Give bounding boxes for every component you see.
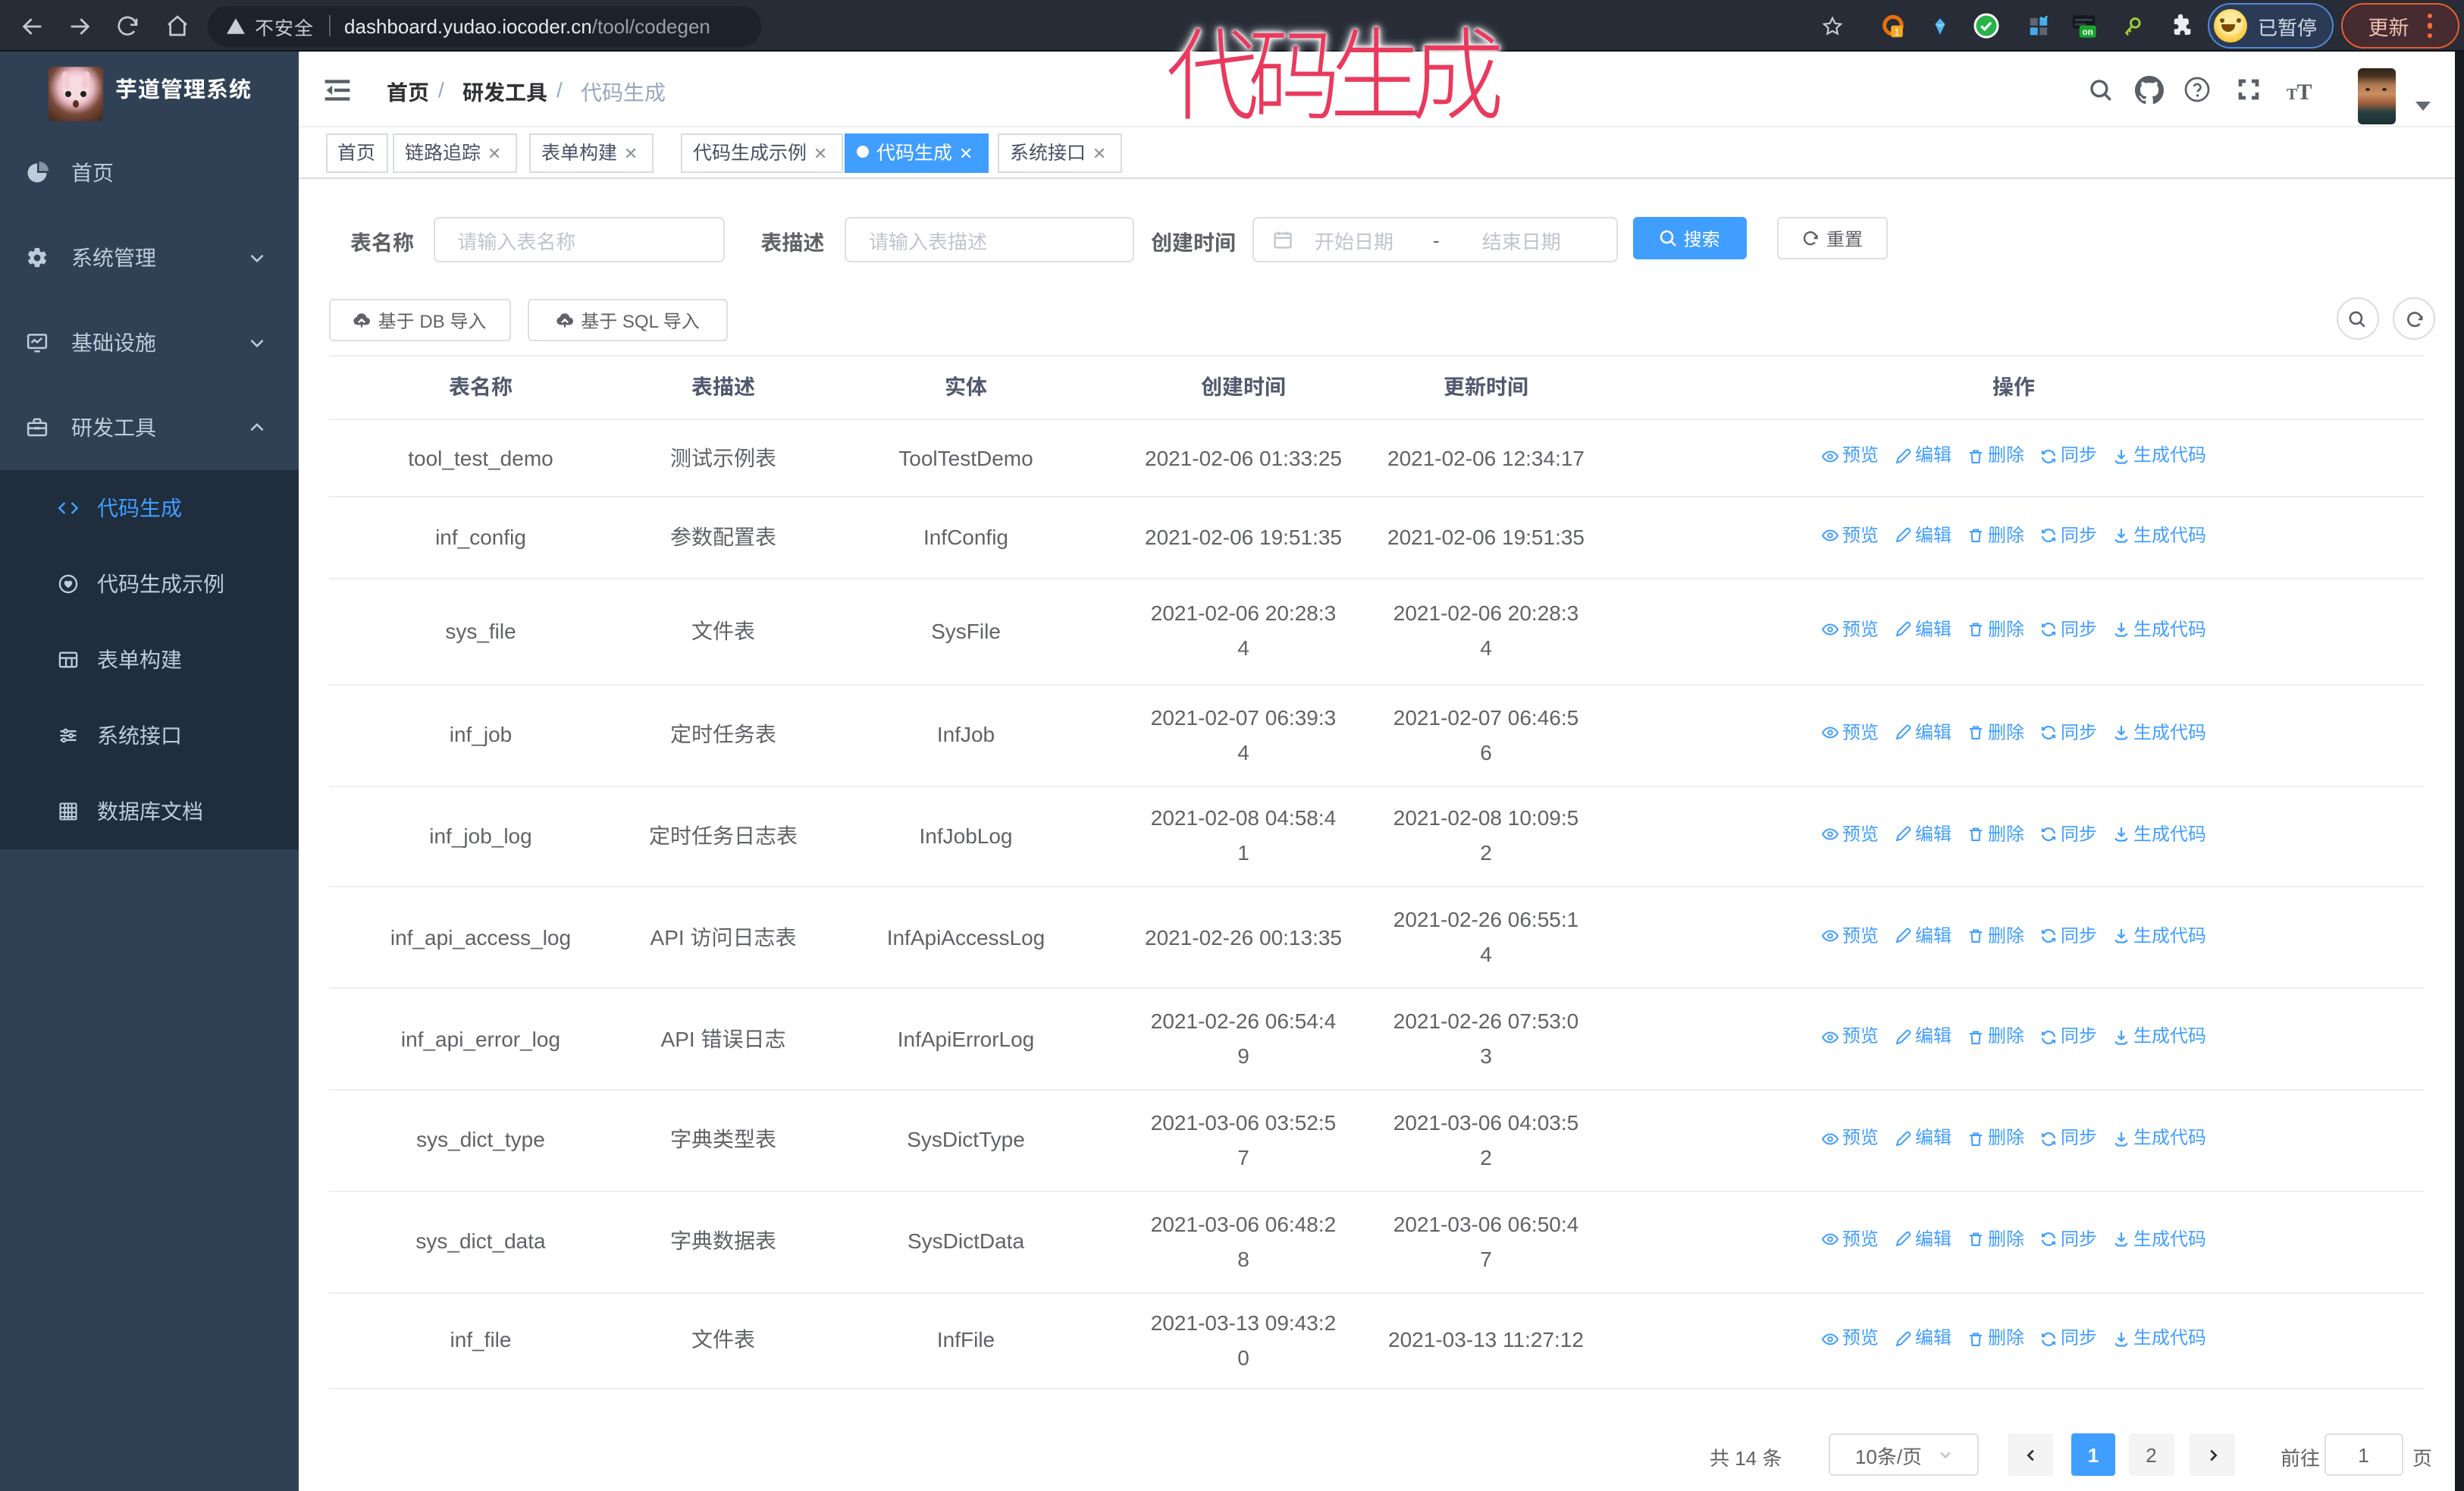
svg-text:1: 1 xyxy=(1893,25,1898,36)
svg-text:T: T xyxy=(2286,84,2296,102)
svg-text:T: T xyxy=(2296,79,2312,102)
svg-text:on: on xyxy=(2083,27,2093,36)
